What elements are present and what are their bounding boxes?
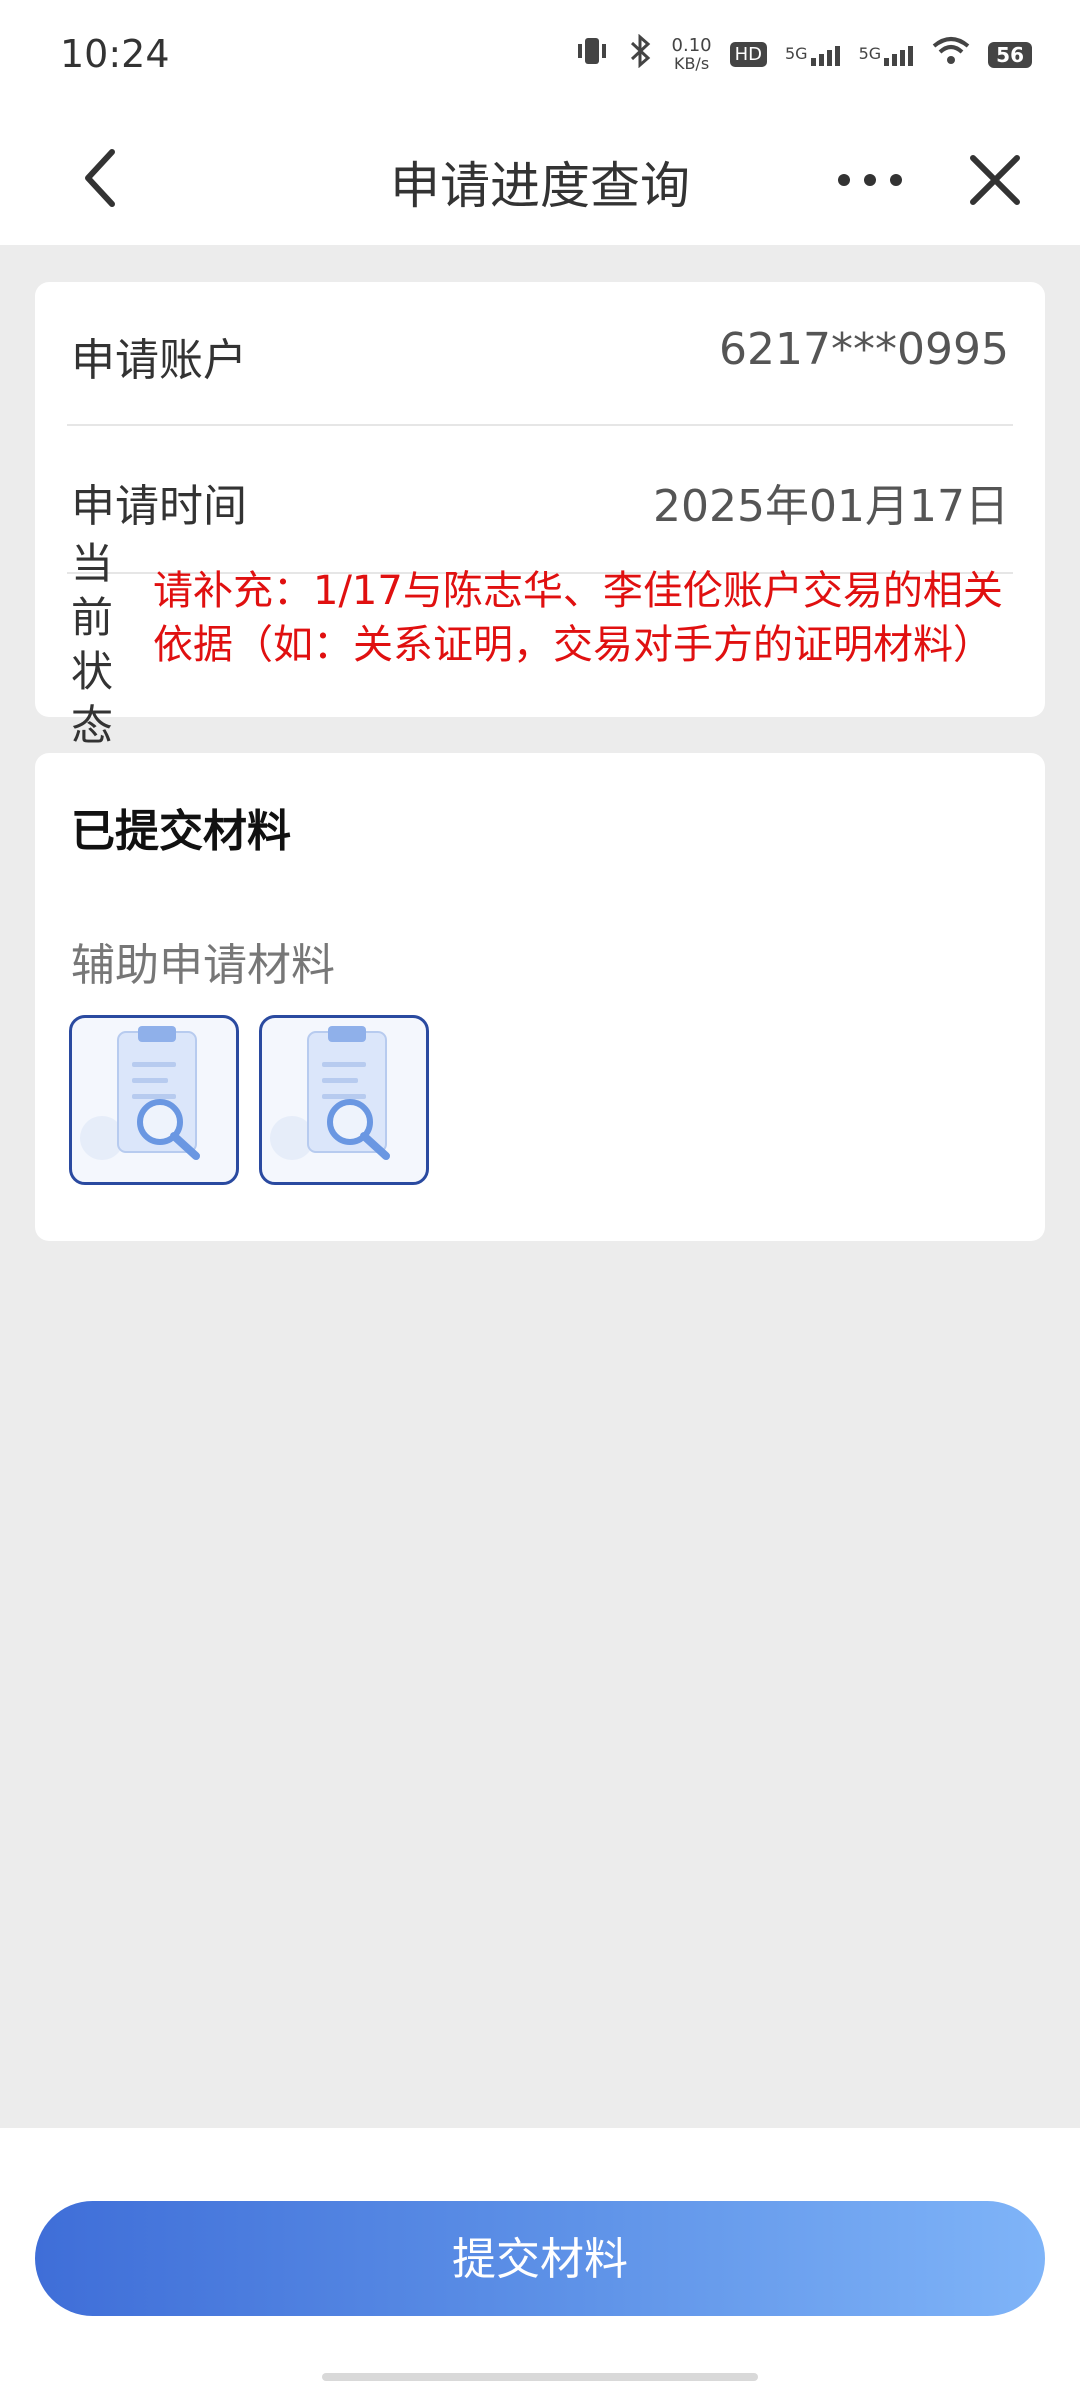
account-label: 申请账户: [71, 335, 247, 386]
submitted-materials-card: 已提交材料 辅助申请材料: [35, 753, 1045, 1241]
time-value: 2025年01月17日: [653, 481, 1009, 532]
application-info-card: 申请账户 6217***0995 申请时间 2025年01月17日 当前状态 请…: [35, 282, 1045, 750]
document-search-icon: [270, 1026, 390, 1160]
net-speed-value: 0.10: [671, 34, 712, 56]
divider: [67, 424, 1013, 426]
nav-bar: 申请进度查询: [0, 110, 1080, 245]
submit-materials-button[interactable]: 提交材料: [35, 2201, 1045, 2316]
signal-icon: 5G: [785, 44, 841, 66]
page-title: 申请进度查询: [390, 157, 690, 215]
more-button[interactable]: [830, 160, 910, 200]
signal-label: 5G: [785, 43, 808, 63]
more-dots-icon: [838, 174, 902, 186]
bluetooth-icon: [628, 33, 654, 75]
material-thumbnail[interactable]: [259, 1015, 429, 1185]
time-label: 申请时间: [71, 481, 247, 532]
bottom-action-bar: 提交材料: [0, 2128, 1080, 2388]
home-indicator: [322, 2373, 758, 2381]
net-speed: 0.10 KB/s: [671, 34, 712, 73]
close-button[interactable]: [955, 140, 1035, 220]
hd-icon: HD: [729, 42, 767, 67]
close-icon: [970, 155, 1020, 205]
document-search-icon: [80, 1026, 200, 1160]
status-text: 请补充：1/17与陈志华、李佳伦账户交易的相关依据（如：关系证明，交易对手方的证…: [153, 568, 1003, 668]
wifi-icon: [932, 36, 970, 73]
signal-icon-2: 5G: [859, 44, 915, 66]
battery-icon: 56: [988, 41, 1032, 68]
net-speed-unit: KB/s: [673, 53, 710, 73]
vibrate-icon: [574, 36, 610, 73]
account-value: 6217***0995: [719, 324, 1009, 375]
signal-label-2: 5G: [858, 43, 882, 63]
status-label: 当前状态: [71, 539, 114, 750]
materials-subtitle: 辅助申请材料: [71, 940, 335, 991]
material-thumbnail[interactable]: [69, 1015, 239, 1185]
status-bar: 10:24 0.10 KB/s HD 5G 5G 56: [0, 0, 1080, 110]
status-time: 10:24: [60, 32, 170, 76]
section-title: 已提交材料: [71, 806, 291, 857]
status-icons: 0.10 KB/s HD 5G 5G 56: [574, 33, 1032, 75]
